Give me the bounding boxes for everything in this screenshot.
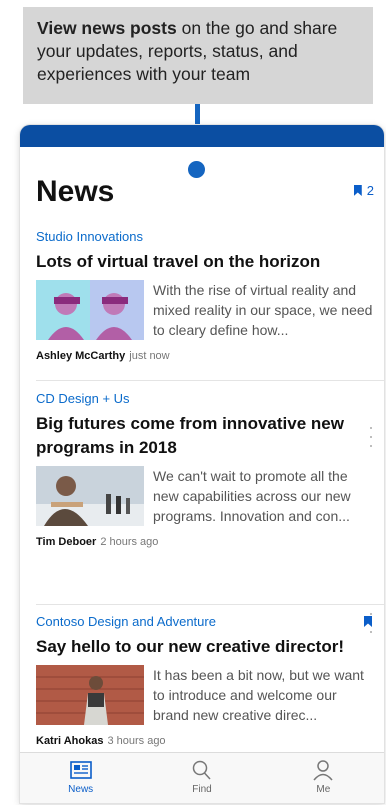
- phone-screen: News 2 Studio Innovations Lots of virtua…: [20, 125, 384, 803]
- tab-label: Me: [316, 784, 331, 795]
- tab-label: News: [68, 784, 94, 795]
- post-site[interactable]: Studio Innovations: [36, 229, 374, 244]
- post-excerpt: We can't wait to promote all the new cap…: [153, 468, 351, 524]
- search-icon: [192, 760, 211, 780]
- tab-label: Find: [192, 784, 212, 795]
- post-headline[interactable]: Say hello to our new creative director!: [36, 635, 374, 659]
- tab-me[interactable]: Me: [263, 753, 384, 803]
- post-headline[interactable]: Lots of virtual travel on the horizon: [36, 250, 374, 274]
- tab-bar: News Find Me: [20, 752, 384, 803]
- saved-posts-button[interactable]: 2: [353, 183, 374, 198]
- post-author: Ashley McCarthy: [36, 350, 126, 362]
- callout-box: View news posts on the go and share your…: [23, 7, 373, 104]
- post-thumbnail[interactable]: [36, 665, 144, 725]
- post-thumbnail[interactable]: [36, 466, 144, 526]
- app-bar: [20, 125, 384, 147]
- title-row: News 2: [36, 175, 374, 215]
- post-excerpt: With the rise of virtual reality and mix…: [153, 282, 373, 338]
- post-site[interactable]: CD Design + Us: [36, 391, 374, 406]
- page-title: News: [36, 175, 115, 208]
- news-post-2[interactable]: CD Design + Us Big futures come from inn…: [36, 391, 374, 633]
- post-time: just now: [129, 350, 170, 362]
- post-author: Tim Deboer: [36, 536, 97, 548]
- post-author: Katri Ahokas: [36, 735, 104, 747]
- news-post-3[interactable]: Contoso Design and Adventure Say hello t…: [36, 614, 374, 747]
- callout-bold-text: View news posts: [37, 18, 177, 38]
- post-excerpt: It has been a bit now, but we want to in…: [153, 667, 364, 723]
- post-headline[interactable]: Big futures come from innovative new pro…: [36, 412, 374, 460]
- news-icon: [69, 761, 92, 779]
- post-thumbnail[interactable]: [36, 280, 144, 340]
- divider: [36, 604, 384, 605]
- post-site[interactable]: Contoso Design and Adventure: [36, 614, 374, 629]
- tab-find[interactable]: Find: [141, 753, 262, 803]
- saved-count: 2: [366, 183, 374, 198]
- divider: [36, 380, 384, 381]
- person-icon: [313, 760, 333, 781]
- post-time: 2 hours ago: [100, 536, 159, 548]
- news-post-1[interactable]: Studio Innovations Lots of virtual trave…: [36, 229, 374, 447]
- tab-news[interactable]: News: [20, 753, 141, 803]
- bookmark-icon: [353, 185, 362, 196]
- news-feed[interactable]: News 2 Studio Innovations Lots of virtua…: [20, 147, 384, 753]
- post-time: 3 hours ago: [107, 735, 166, 747]
- callout-pointer-dot: [186, 159, 207, 180]
